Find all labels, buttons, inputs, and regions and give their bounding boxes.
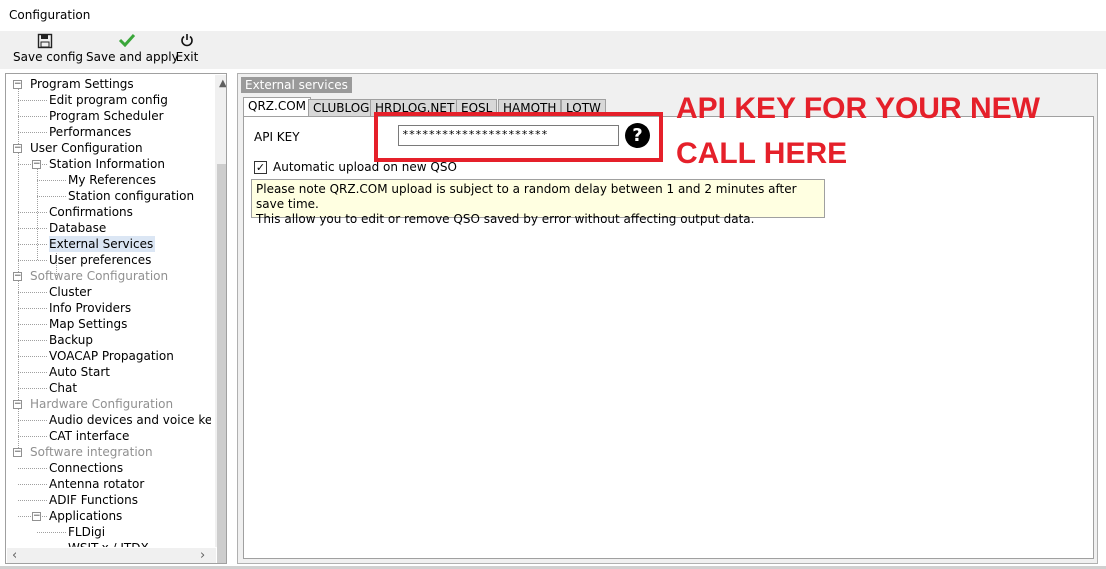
tree-guide-line xyxy=(18,84,19,452)
settings-tree: − Program Settings Edit program config Prog… xyxy=(6,75,211,547)
tree-connector xyxy=(18,324,47,325)
tree-collapse-icon[interactable]: − xyxy=(13,400,22,409)
tab-clublog[interactable]: CLUBLOG xyxy=(308,99,375,117)
tree-connector xyxy=(18,484,47,485)
tree-connector xyxy=(18,356,47,357)
tree-scroll-thumb[interactable] xyxy=(217,164,226,563)
tree-connector xyxy=(18,420,47,421)
tree-connector xyxy=(18,292,47,293)
tree-connector xyxy=(18,468,47,469)
tree-connector xyxy=(18,436,47,437)
tree-connector xyxy=(18,340,47,341)
tree-connector xyxy=(37,180,66,181)
save-config-button[interactable]: Save config xyxy=(13,33,83,67)
tree-item[interactable]: User preferences xyxy=(49,252,153,268)
power-icon xyxy=(175,33,199,50)
tree-item[interactable]: Program Scheduler xyxy=(49,108,166,124)
save-config-label: Save config xyxy=(13,50,83,64)
tree-item[interactable]: Confirmations xyxy=(49,204,135,220)
scroll-left-icon[interactable]: ‹ xyxy=(12,549,17,562)
tree-connector xyxy=(18,228,47,229)
title-bar: Configuration xyxy=(0,0,1106,31)
tree-horizontal-scrollbar[interactable]: ‹ › xyxy=(7,548,216,563)
tree-item[interactable]: Edit program config xyxy=(49,92,170,108)
tree-item[interactable]: Cluster xyxy=(49,284,94,300)
tree-item[interactable]: Backup xyxy=(49,332,95,348)
tree-collapse-icon[interactable]: − xyxy=(13,144,22,153)
tree-connector xyxy=(18,372,47,373)
tree-item[interactable]: Database xyxy=(49,220,108,236)
tree-item[interactable]: Connections xyxy=(49,460,125,476)
tree-connector xyxy=(18,260,47,261)
tree-item[interactable]: FLDigi xyxy=(68,524,107,540)
tree-item[interactable]: Auto Start xyxy=(49,364,112,380)
tree-connector xyxy=(37,196,66,197)
tree-connector xyxy=(18,116,47,117)
tree-connector xyxy=(37,532,66,533)
scroll-right-icon[interactable]: › xyxy=(200,549,205,562)
auto-upload-label: Automatic upload on new QSO xyxy=(273,160,457,174)
tree-item[interactable]: Audio devices and voice keyer xyxy=(49,412,211,428)
tree-item[interactable]: Antenna rotator xyxy=(49,476,146,492)
tree-collapse-icon[interactable]: − xyxy=(32,512,41,521)
settings-tree-panel: − Program Settings Edit program config Prog… xyxy=(5,73,227,564)
tree-item[interactable]: WSJT-x / JTDX xyxy=(68,540,151,547)
window-title: Configuration xyxy=(9,8,91,22)
save-and-apply-button[interactable]: Save and apply xyxy=(86,33,179,67)
tree-item[interactable]: CAT interface xyxy=(49,428,131,444)
tree-connector xyxy=(18,100,47,101)
floppy-disk-icon xyxy=(13,33,77,50)
tree-item[interactable]: Software Configuration xyxy=(30,268,170,284)
tree-collapse-icon[interactable]: − xyxy=(13,448,22,457)
tree-item[interactable]: Map Settings xyxy=(49,316,129,332)
exit-button[interactable]: Exit xyxy=(175,33,199,67)
annotation-highlight-box xyxy=(374,112,663,162)
tree-item[interactable]: Chat xyxy=(49,380,79,396)
tree-item[interactable]: VOACAP Propagation xyxy=(49,348,176,364)
tree-item[interactable]: My References xyxy=(68,172,158,188)
tree-item[interactable]: Software integration xyxy=(30,444,155,460)
tab-qrz-com[interactable]: QRZ.COM xyxy=(243,97,311,117)
note-line-1: Please note QRZ.COM upload is subject to… xyxy=(256,182,797,211)
api-key-label: API KEY xyxy=(254,130,300,144)
tree-collapse-icon[interactable]: − xyxy=(13,272,22,281)
tree-connector xyxy=(18,308,47,309)
tree-connector xyxy=(18,212,47,213)
tree-item[interactable]: External Services xyxy=(49,236,156,252)
annotation-line-2: CALL HERE xyxy=(676,137,848,170)
tree-item[interactable]: Applications xyxy=(49,508,124,524)
tree-item[interactable]: Info Providers xyxy=(49,300,133,316)
tree-item[interactable]: User Configuration xyxy=(30,140,145,156)
auto-upload-checkbox[interactable]: ✓ xyxy=(254,161,267,174)
scroll-up-icon[interactable]: ▲ xyxy=(219,78,226,90)
tree-item[interactable]: Station Information xyxy=(49,156,167,172)
tree-item[interactable]: Hardware Configuration xyxy=(30,396,175,412)
tree-item[interactable]: ADIF Functions xyxy=(49,492,140,508)
tree-connector xyxy=(18,244,47,245)
note-line-2: This allow you to edit or remove QSO sav… xyxy=(256,212,755,226)
tree-item[interactable]: Station configuration xyxy=(68,188,196,204)
group-label: External services xyxy=(241,77,352,93)
save-and-apply-label: Save and apply xyxy=(86,50,179,64)
tree-collapse-icon[interactable]: − xyxy=(13,80,22,89)
exit-label: Exit xyxy=(175,50,199,64)
toolbar: Save config Save and apply Exit xyxy=(0,31,1106,69)
tree-item[interactable]: Program Settings xyxy=(30,76,136,92)
tree-item[interactable]: Performances xyxy=(49,124,133,140)
annotation-line-1: API KEY FOR YOUR NEW xyxy=(676,92,1040,125)
tree-connector xyxy=(18,388,47,389)
upload-delay-note: Please note QRZ.COM upload is subject to… xyxy=(251,179,825,226)
checkmark-icon xyxy=(86,33,168,50)
tree-collapse-icon[interactable]: − xyxy=(32,160,41,169)
tree-connector xyxy=(18,132,47,133)
tree-connector xyxy=(18,500,47,501)
